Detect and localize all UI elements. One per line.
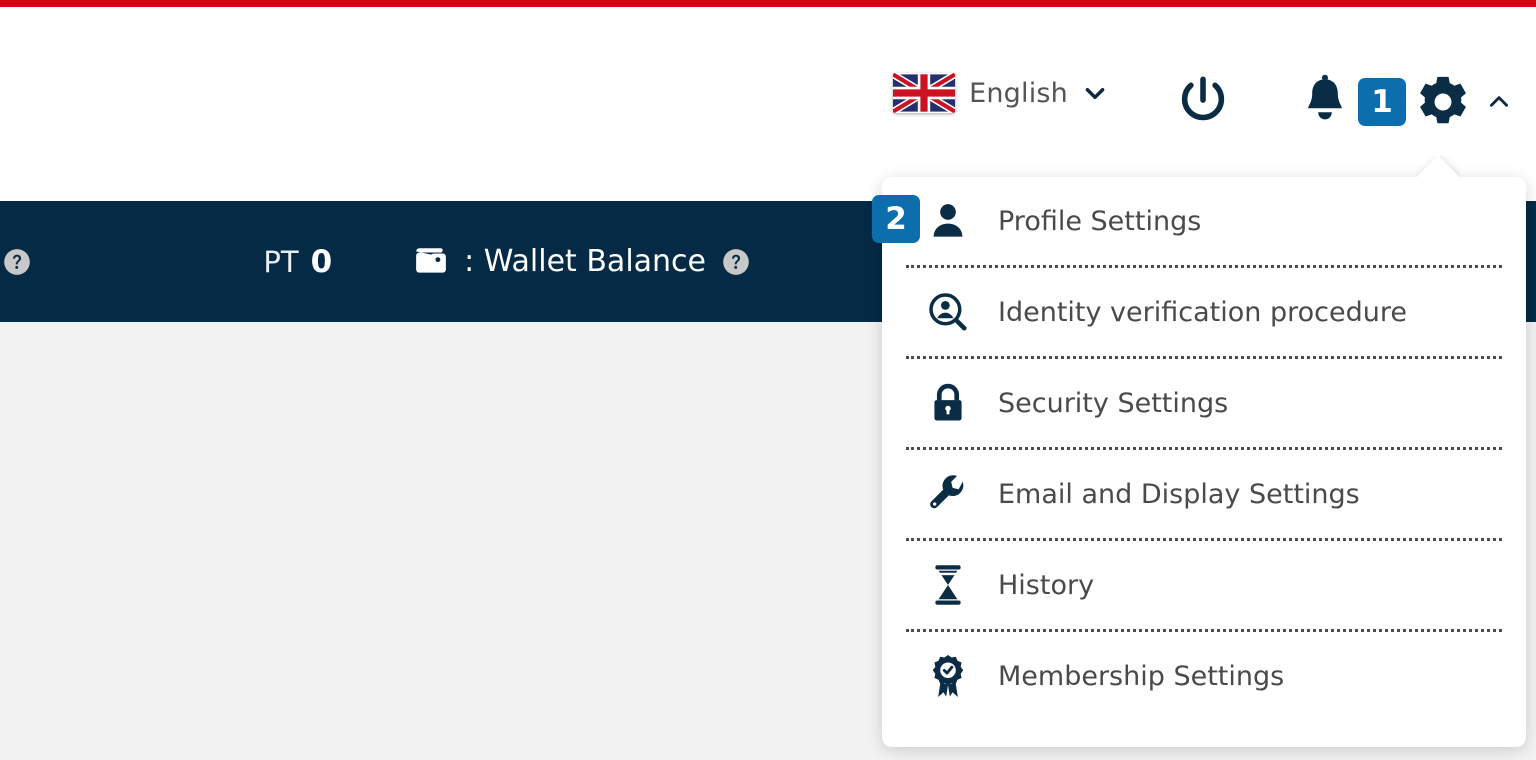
menu-item-membership-settings[interactable]: Membership Settings	[904, 632, 1504, 720]
language-selector[interactable]: English	[893, 73, 1108, 113]
help-circle-icon-secondary[interactable]	[3, 248, 31, 276]
menu-item-security-settings[interactable]: Security Settings	[904, 359, 1504, 447]
menu-item-label: Email and Display Settings	[998, 478, 1360, 510]
chevron-down-icon[interactable]	[1082, 80, 1108, 106]
award-ribbon-icon	[926, 654, 970, 698]
logout-button[interactable]	[1174, 73, 1232, 131]
top-accent-bar	[0, 0, 1536, 7]
notification-count-badge: 1	[1358, 78, 1406, 126]
menu-item-label: Profile Settings	[998, 205, 1202, 237]
gear-icon[interactable]	[1414, 73, 1472, 131]
power-icon	[1181, 76, 1225, 121]
menu-item-email-display-settings[interactable]: Email and Display Settings	[904, 450, 1504, 538]
language-label: English	[969, 77, 1068, 109]
menu-item-label: Security Settings	[998, 387, 1229, 419]
identity-search-icon	[926, 290, 970, 334]
points-unit: PT	[263, 244, 299, 279]
menu-item-label: Identity verification procedure	[998, 296, 1407, 328]
wallet-balance-label: Wallet Balance :	[464, 244, 706, 279]
lock-icon	[926, 381, 970, 425]
user-icon	[926, 199, 970, 243]
page-header: English 1	[0, 7, 1536, 201]
menu-item-identity-verification[interactable]: Identity verification procedure	[904, 268, 1504, 356]
dropdown-pointer	[1416, 156, 1460, 178]
chevron-up-icon[interactable]	[1486, 89, 1512, 115]
settings-menu-list: 2 Profile Settings Identity verification	[872, 177, 1504, 720]
wallet-icon	[416, 247, 447, 273]
help-circle-icon[interactable]	[722, 248, 750, 276]
menu-item-history[interactable]: History	[904, 541, 1504, 629]
hourglass-icon	[926, 563, 970, 607]
menu-item-profile-settings[interactable]: 2 Profile Settings	[872, 177, 1504, 265]
settings-menu-toggle[interactable]: 1	[1358, 73, 1512, 131]
points-value: 0	[310, 243, 333, 280]
uk-flag-icon	[893, 73, 956, 113]
wrench-icon	[926, 472, 970, 516]
bell-icon	[1308, 74, 1342, 120]
step-badge: 2	[872, 195, 920, 243]
wallet-balance-group: Wallet Balance :	[414, 244, 750, 279]
menu-item-label: Membership Settings	[998, 660, 1285, 692]
settings-dropdown-menu: 2 Profile Settings Identity verification	[872, 177, 1526, 747]
points-balance-group: 0 PT	[263, 244, 332, 280]
menu-item-label: History	[998, 569, 1095, 601]
notifications-button[interactable]	[1300, 73, 1350, 125]
